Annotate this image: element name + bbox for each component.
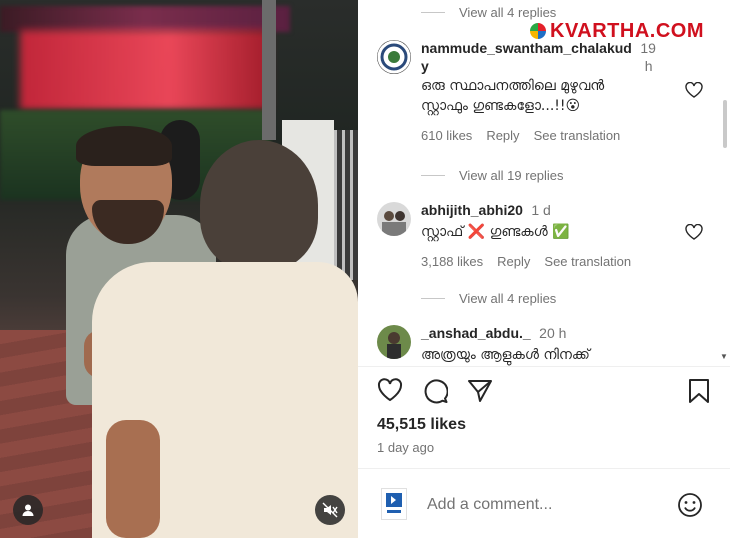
background-sign <box>0 6 290 32</box>
emoji-button[interactable] <box>677 492 703 523</box>
view-replies-link[interactable]: View all 4 replies <box>421 291 556 306</box>
muted-speaker-icon <box>322 502 338 518</box>
comment-username[interactable]: abhijith_abhi20 <box>421 202 523 218</box>
post-likes-count[interactable]: 45,515 likes <box>377 416 466 434</box>
comment-username[interactable]: nammude_swantham_chalakud <box>421 40 632 56</box>
comments-scrollbar[interactable] <box>723 100 727 148</box>
post-timestamp[interactable]: 1 day ago <box>377 440 434 455</box>
comment-likes[interactable]: 3,188 likes <box>421 254 483 269</box>
comment-username[interactable]: _anshad_abdu._ <box>421 325 531 341</box>
view-replies-link[interactable]: View all 19 replies <box>421 168 564 183</box>
reply-button[interactable]: Reply <box>486 128 519 143</box>
divider <box>358 366 730 367</box>
person-front-head <box>200 140 318 270</box>
save-button[interactable] <box>687 378 715 406</box>
view-replies-link[interactable]: View all 4 replies <box>421 5 556 20</box>
reply-button[interactable]: Reply <box>497 254 530 269</box>
background-pole <box>262 0 276 140</box>
comment-text: അത്രയും ആളുകൾ നിനക്ക് <box>421 347 590 363</box>
see-translation-button[interactable]: See translation <box>544 254 631 269</box>
comment-item: abhijith_abhi20 1 d സ്റ്റാഫ് ❌ ഗുണ്ടകൾ ✅… <box>377 202 707 282</box>
post-actions <box>377 378 712 408</box>
comment-input[interactable]: Add a comment... <box>427 496 552 514</box>
like-button[interactable] <box>377 378 405 406</box>
comment-like-button[interactable] <box>685 81 703 103</box>
see-translation-button[interactable]: See translation <box>534 128 621 143</box>
user-icon <box>22 504 34 516</box>
comment-likes[interactable]: 610 likes <box>421 128 472 143</box>
comment-text: ഒരു സ്ഥാപനത്തിലെ മുഴുവൻ സ്റ്റാഫും ഗുണ്ടക… <box>421 78 605 114</box>
person-left-hair <box>76 126 172 166</box>
comment-like-button[interactable] <box>685 223 703 245</box>
background-gate <box>334 130 358 280</box>
tagged-users-button[interactable] <box>13 495 43 525</box>
bookmark-icon <box>689 379 709 403</box>
current-user-avatar <box>381 488 407 520</box>
add-comment-bar: Add a comment... <box>377 488 712 522</box>
comment-username-tail[interactable]: y <box>421 58 429 74</box>
comment-time: 1 d <box>531 202 551 218</box>
comment-icon <box>424 379 449 404</box>
avatar[interactable] <box>377 325 411 359</box>
comment-time-unit: h <box>644 58 653 74</box>
comment-button[interactable] <box>422 378 450 406</box>
comment-text: സ്റ്റാഫ് ❌ ഗുണ്ടകൾ ✅ <box>421 224 570 240</box>
comment-item: nammude_swantham_chalakud 19 y h ഒരു സ്ഥ… <box>377 40 707 160</box>
scroll-down-icon[interactable]: ▼ <box>720 352 728 361</box>
logo-icon <box>530 23 546 39</box>
mute-button[interactable] <box>315 495 345 525</box>
heart-icon <box>377 378 403 402</box>
background-neon <box>20 30 270 110</box>
comment-time: 19 <box>640 40 656 56</box>
divider <box>358 468 730 469</box>
send-icon <box>468 380 492 402</box>
heart-icon <box>685 223 703 240</box>
avatar[interactable] <box>377 40 411 74</box>
smiley-icon <box>678 493 702 517</box>
heart-icon <box>685 81 703 98</box>
share-button[interactable] <box>467 378 495 406</box>
comment-item: _anshad_abdu._ 20 h അത്രയും ആളുകൾ നിനക്ക… <box>377 325 707 365</box>
person-front-arm <box>106 420 160 538</box>
post-video[interactable] <box>0 0 358 538</box>
comment-time: 20 h <box>539 325 567 341</box>
watermark-logo: KVARTHA.COM <box>530 20 704 42</box>
avatar[interactable] <box>377 202 411 236</box>
